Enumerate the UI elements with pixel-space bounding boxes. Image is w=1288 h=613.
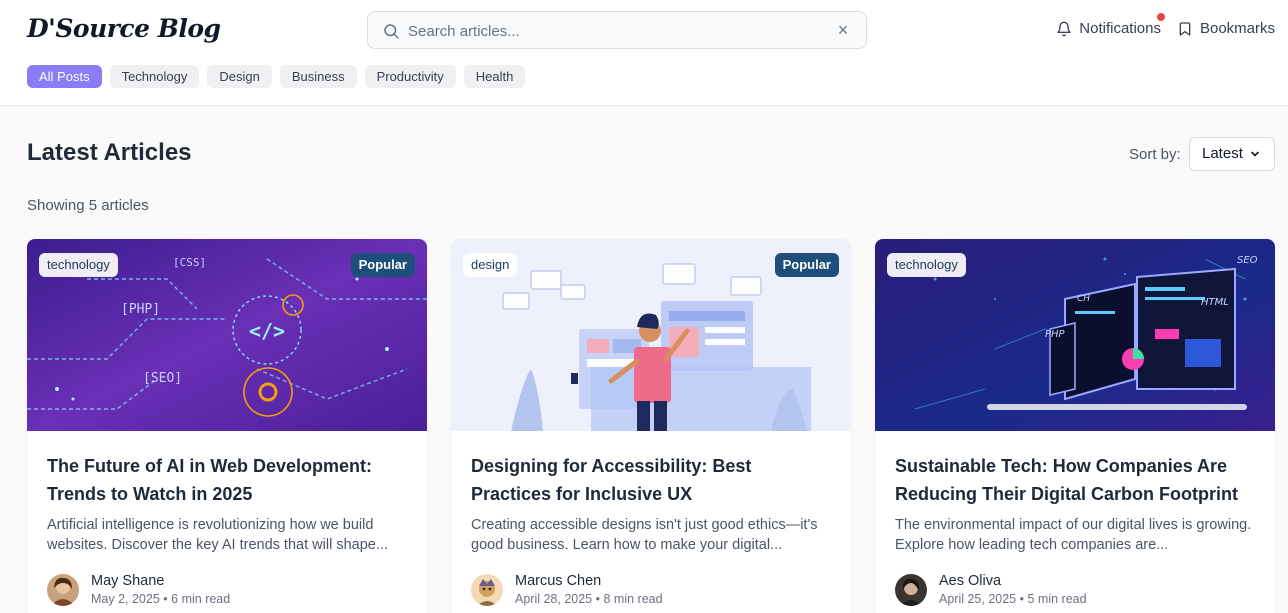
category-chip-productivity[interactable]: Productivity	[364, 65, 456, 88]
illustration-php: PHP	[1045, 329, 1066, 340]
author-avatar	[47, 574, 79, 606]
category-chip-health[interactable]: Health	[463, 65, 526, 88]
bookmarks-button[interactable]: Bookmarks	[1177, 20, 1275, 37]
article-meta: May 2, 2025 • 6 min read	[91, 590, 230, 608]
category-tag[interactable]: design	[463, 253, 518, 277]
publish-date: April 25, 2025	[939, 592, 1017, 606]
read-time: 5 min read	[1027, 592, 1087, 606]
article-title[interactable]: Designing for Accessibility: Best Practi…	[471, 452, 831, 508]
code-glyph: </>	[249, 319, 285, 343]
author-info: Marcus Chen April 28, 2025 • 8 min read	[471, 572, 663, 608]
author-info: Aes Oliva April 25, 2025 • 5 min read	[895, 572, 1087, 608]
search-bar[interactable]: ×	[367, 11, 867, 49]
article-excerpt: The environmental impact of our digital …	[895, 517, 1252, 553]
author-name: Marcus Chen	[515, 573, 602, 589]
sort-select[interactable]: Latest	[1189, 137, 1275, 171]
sort-value: Latest	[1202, 145, 1243, 162]
author-info: May Shane May 2, 2025 • 6 min read	[47, 572, 230, 608]
article-count: Showing 5 articles	[27, 197, 149, 214]
page-title: Latest Articles	[27, 139, 192, 166]
header-actions: Notifications Bookmarks	[1056, 13, 1275, 37]
bell-icon	[1057, 21, 1071, 36]
notifications-button[interactable]: Notifications	[1056, 13, 1166, 37]
notification-dot	[1157, 13, 1166, 21]
illustration-seo: SEO	[1237, 255, 1258, 266]
read-time: 8 min read	[603, 592, 663, 606]
category-tag[interactable]: technology	[39, 253, 118, 277]
bookmark-icon	[1179, 21, 1191, 36]
article-excerpt: Artificial intelligence is revolutionizi…	[47, 517, 388, 553]
popular-badge: Popular	[350, 253, 415, 277]
illustration-php: [PHP]	[121, 302, 160, 317]
illustration-seo: [SEO]	[143, 371, 182, 386]
article-meta: April 28, 2025 • 8 min read	[515, 590, 663, 608]
meta-separator: •	[1019, 592, 1025, 606]
illustration-css: [CSS]	[173, 256, 206, 269]
notifications-label: Notifications	[1079, 20, 1161, 37]
illustration-ch: CH	[1077, 294, 1090, 304]
search-input[interactable]	[408, 18, 828, 44]
article-card[interactable]: PHP HTML SEO CH technology Sustainable T…	[875, 239, 1275, 613]
meta-separator: •	[163, 592, 168, 606]
bookmarks-label: Bookmarks	[1199, 20, 1275, 37]
site-logo[interactable]: D'Source Blog	[27, 14, 221, 43]
article-meta: April 25, 2025 • 5 min read	[939, 590, 1087, 608]
author-name: Aes Oliva	[939, 573, 1002, 589]
article-card[interactable]: design Popular Designing for Accessibili…	[451, 239, 851, 613]
category-filters: All Posts Technology Design Business Pro…	[27, 65, 526, 88]
illustration-html: HTML	[1201, 297, 1229, 308]
publish-date: April 28, 2025	[515, 592, 593, 606]
category-tag[interactable]: technology	[887, 253, 966, 277]
top-header: D'Source Blog × Notifications Bookmarks …	[0, 0, 1288, 106]
category-chip-all[interactable]: All Posts	[27, 65, 102, 88]
article-title[interactable]: The Future of AI in Web Development: Tre…	[47, 452, 407, 508]
category-chip-design[interactable]: Design	[207, 65, 272, 88]
article-excerpt: Creating accessible designs isn't just g…	[471, 517, 818, 553]
article-card[interactable]: </> [PHP] [SEO] [CSS] technology Popular…	[27, 239, 427, 613]
popular-badge: Popular	[774, 253, 839, 277]
meta-separator: •	[595, 592, 601, 606]
publish-date: May 2, 2025	[91, 592, 160, 606]
search-icon	[384, 24, 399, 39]
category-chip-business[interactable]: Business	[279, 65, 357, 88]
chevron-down-icon	[1251, 151, 1259, 157]
author-name: May Shane	[91, 573, 165, 589]
read-time: 6 min read	[171, 592, 231, 606]
sort-label: Sort by:	[1129, 146, 1181, 163]
author-avatar	[471, 574, 503, 606]
clear-search-icon[interactable]: ×	[834, 21, 852, 39]
category-chip-technology[interactable]: Technology	[109, 65, 200, 88]
author-avatar	[895, 574, 927, 606]
article-title[interactable]: Sustainable Tech: How Companies Are Redu…	[895, 452, 1255, 508]
